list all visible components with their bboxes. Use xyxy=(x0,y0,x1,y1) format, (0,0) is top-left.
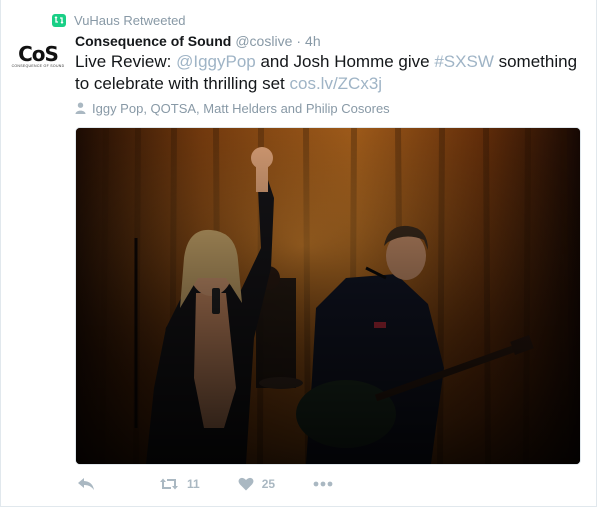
hashtag-link[interactable]: #SXSW xyxy=(434,52,494,71)
tweet-actions: 11 25 xyxy=(75,473,333,495)
header-separator: · xyxy=(296,33,302,49)
tagged-users-label: Iggy Pop, QOTSA, Matt Helders and Philip… xyxy=(92,100,390,116)
retweet-count: 11 xyxy=(187,477,200,491)
author-name[interactable]: Consequence of Sound xyxy=(75,33,231,49)
more-icon xyxy=(313,481,333,487)
like-count: 25 xyxy=(261,477,276,491)
person-icon xyxy=(75,102,86,114)
retweet-context: VuHaus Retweeted xyxy=(52,12,186,28)
heart-icon xyxy=(238,477,254,491)
avatar-tagline: CONSEQUENCE OF SOUND xyxy=(11,63,65,68)
tweet-text-segment: Live Review: xyxy=(75,52,177,71)
reply-icon xyxy=(78,478,94,490)
tweet-timestamp[interactable]: 4h xyxy=(305,33,321,49)
tweet-header: Consequence of Sound @coslive · 4h xyxy=(75,33,321,51)
avatar-logo: CoS xyxy=(18,41,59,66)
retweet-icon xyxy=(160,478,178,490)
more-button[interactable] xyxy=(313,481,333,487)
like-button[interactable]: 25 xyxy=(238,477,275,491)
retweet-button[interactable]: 11 xyxy=(159,477,200,491)
reply-button[interactable] xyxy=(77,477,95,491)
tweet-text: Live Review: @IggyPop and Josh Homme giv… xyxy=(75,51,580,95)
url-link[interactable]: cos.lv/ZCx3j xyxy=(290,74,383,93)
tagged-users[interactable]: Iggy Pop, QOTSA, Matt Helders and Philip… xyxy=(75,99,390,117)
tweet-text-segment: and Josh Homme give xyxy=(255,52,435,71)
mention-link[interactable]: @IggyPop xyxy=(176,52,256,71)
tweet-photo[interactable] xyxy=(75,127,581,465)
avatar[interactable]: CoS CONSEQUENCE OF SOUND xyxy=(11,40,65,72)
author-handle[interactable]: @coslive xyxy=(235,33,292,49)
concert-photo-illustration xyxy=(76,128,580,464)
retweet-badge-icon xyxy=(52,13,66,27)
retweet-label: VuHaus Retweeted xyxy=(74,12,186,28)
